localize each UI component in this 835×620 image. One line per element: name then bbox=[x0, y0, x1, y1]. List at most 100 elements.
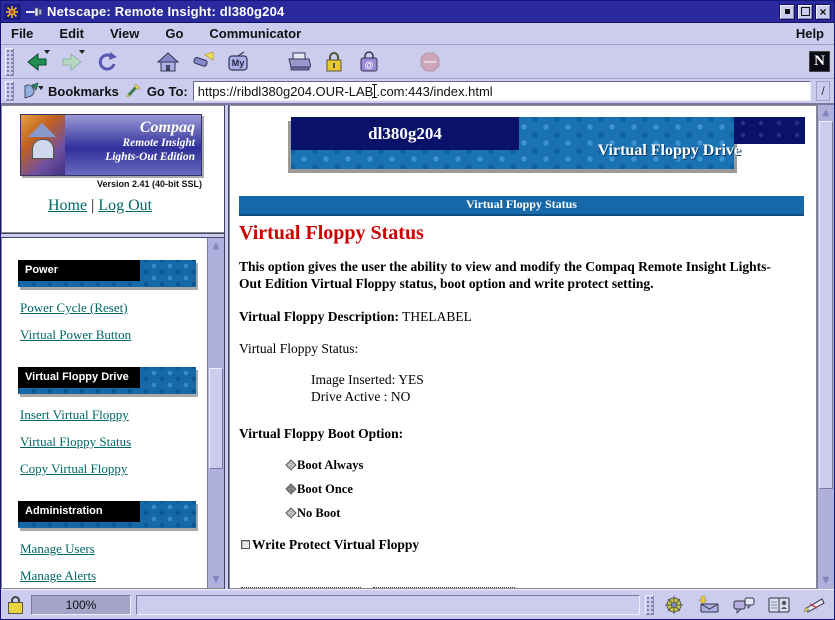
section-title: Power bbox=[18, 260, 140, 281]
netscape-window: Netscape: Remote Insight: dl380g204 × Fi… bbox=[0, 0, 835, 620]
scroll-down-icon[interactable]: ▼ bbox=[818, 573, 834, 588]
close-icon: × bbox=[819, 7, 826, 17]
reload-button[interactable] bbox=[90, 48, 123, 76]
sidebar-link-manage-alerts[interactable]: Manage Alerts bbox=[20, 568, 203, 584]
section-header-virtual-floppy: Virtual Floppy Drive bbox=[18, 367, 196, 394]
menu-bar: File Edit View Go Communicator Help bbox=[1, 23, 834, 45]
sidebar-frame: Compaq Remote Insight Lights-Out Edition… bbox=[1, 105, 225, 589]
radio-label-boot-once: Boot Once bbox=[297, 482, 353, 497]
netscape-app-icon bbox=[4, 4, 21, 20]
status-message-area bbox=[136, 595, 640, 615]
page-banner: dl380g204 Virtual Floppy Drive bbox=[288, 115, 805, 175]
home-link[interactable]: Home bbox=[48, 197, 87, 214]
scroll-up-icon[interactable]: ▲ bbox=[208, 239, 224, 254]
window-titlebar[interactable]: Netscape: Remote Insight: dl380g204 × bbox=[1, 1, 834, 23]
status-bar: 100% bbox=[1, 589, 834, 619]
print-button[interactable] bbox=[282, 48, 315, 76]
logout-link[interactable]: Log Out bbox=[98, 197, 152, 214]
menu-edit[interactable]: Edit bbox=[59, 26, 84, 41]
navigation-toolbar: My @ N bbox=[1, 45, 834, 79]
logo-product-line2: Lights-Out Edition bbox=[65, 151, 195, 164]
url-text-before-caret: https://ribdl380g204.OUR-LAB bbox=[198, 84, 374, 99]
intro-paragraph: This option gives the user the ability t… bbox=[239, 259, 792, 293]
discussions-component-button[interactable] bbox=[729, 594, 759, 616]
description-label: Virtual Floppy Description: bbox=[239, 309, 399, 324]
menu-file[interactable]: File bbox=[11, 26, 33, 41]
logo-brand: Compaq bbox=[65, 119, 195, 137]
forward-button[interactable] bbox=[55, 48, 88, 76]
radio-boot-always[interactable] bbox=[285, 460, 296, 471]
main-scrollbar[interactable]: ▲ ▼ bbox=[817, 105, 834, 589]
inbox-component-button[interactable] bbox=[694, 594, 724, 616]
radio-boot-once[interactable] bbox=[285, 484, 296, 495]
window-pin-icon[interactable] bbox=[26, 7, 42, 17]
page-heading: Virtual Floppy Status bbox=[239, 222, 792, 245]
maximize-icon bbox=[801, 7, 810, 16]
banner-page-title: Virtual Floppy Drive bbox=[598, 142, 741, 160]
goto-label: Go To: bbox=[147, 84, 188, 99]
menu-help[interactable]: Help bbox=[796, 26, 824, 41]
bookmarks-label[interactable]: Bookmarks bbox=[48, 84, 119, 99]
stop-icon bbox=[419, 51, 441, 73]
inbox-icon bbox=[697, 595, 721, 615]
close-button[interactable]: × bbox=[815, 4, 831, 20]
address-book-component-button[interactable] bbox=[764, 594, 794, 616]
back-button[interactable] bbox=[20, 48, 53, 76]
section-title-bar: Virtual Floppy Status bbox=[239, 196, 804, 216]
sidebar-link-virtual-power-button[interactable]: Virtual Power Button bbox=[20, 327, 203, 343]
main-scrollbar-thumb[interactable] bbox=[819, 121, 833, 489]
sidebar-link-copy-virtual-floppy[interactable]: Copy Virtual Floppy bbox=[20, 461, 203, 477]
radio-no-boot[interactable] bbox=[285, 508, 296, 519]
composer-icon bbox=[802, 595, 826, 615]
maximize-button[interactable] bbox=[797, 4, 813, 20]
progress-indicator: 100% bbox=[31, 595, 131, 615]
compaq-logo-art-icon bbox=[21, 115, 65, 175]
back-arrow-icon bbox=[25, 51, 49, 73]
sidebar-link-virtual-floppy-status[interactable]: Virtual Floppy Status bbox=[20, 434, 203, 450]
menu-communicator[interactable]: Communicator bbox=[209, 26, 301, 41]
navigator-component-button[interactable] bbox=[659, 594, 689, 616]
forward-arrow-icon bbox=[60, 51, 84, 73]
shop-bag-icon: @ bbox=[358, 51, 380, 73]
search-flashlight-icon bbox=[191, 51, 215, 73]
home-button[interactable] bbox=[151, 48, 184, 76]
component-bar-grip[interactable] bbox=[645, 595, 654, 615]
security-button[interactable] bbox=[317, 48, 350, 76]
bookmarks-icon[interactable] bbox=[23, 82, 43, 100]
my-netscape-button[interactable]: My bbox=[221, 48, 254, 76]
window-title: Netscape: Remote Insight: dl380g204 bbox=[47, 4, 774, 19]
location-resize-handle[interactable]: / bbox=[816, 81, 830, 101]
toolbar-grip[interactable] bbox=[5, 48, 14, 76]
sidebar-scrollbar[interactable]: ▲ ▼ bbox=[207, 238, 224, 588]
scroll-down-icon[interactable]: ▼ bbox=[208, 572, 224, 587]
link-separator: | bbox=[91, 197, 94, 214]
status-label: Virtual Floppy Status: bbox=[239, 341, 792, 357]
print-icon bbox=[287, 51, 311, 73]
stop-button[interactable] bbox=[413, 48, 446, 76]
submit-button-ring: Submit Changes bbox=[241, 587, 361, 589]
security-padlock-icon[interactable] bbox=[6, 594, 26, 616]
version-label: Version 2.41 (40-bit SSL) bbox=[20, 179, 202, 189]
sidebar-link-insert-virtual-floppy[interactable]: Insert Virtual Floppy bbox=[20, 407, 203, 423]
menu-view[interactable]: View bbox=[110, 26, 139, 41]
location-bar-grip[interactable] bbox=[5, 81, 14, 101]
sidebar-scrollbar-thumb[interactable] bbox=[209, 368, 223, 470]
eject-button-ring: Eject Virtual Floppy bbox=[373, 587, 515, 589]
home-icon bbox=[156, 51, 180, 73]
section-header-administration: Administration bbox=[18, 501, 196, 528]
status-drive-active: Drive Active : NO bbox=[311, 388, 792, 406]
sidebar-link-manage-users[interactable]: Manage Users bbox=[20, 541, 203, 557]
minimize-button[interactable] bbox=[779, 4, 795, 20]
write-protect-label: Write Protect Virtual Floppy bbox=[252, 537, 419, 553]
url-input[interactable]: https://ribdl380g204.OUR-LAB .com:443/in… bbox=[193, 81, 811, 101]
location-quill-icon[interactable] bbox=[124, 82, 142, 100]
sidebar-link-power-cycle[interactable]: Power Cycle (Reset) bbox=[20, 300, 203, 316]
shop-button[interactable]: @ bbox=[352, 48, 385, 76]
composer-component-button[interactable] bbox=[799, 594, 829, 616]
search-button[interactable] bbox=[186, 48, 219, 76]
write-protect-checkbox[interactable] bbox=[241, 540, 250, 549]
section-title: Administration bbox=[18, 501, 140, 522]
scroll-up-icon[interactable]: ▲ bbox=[818, 106, 834, 121]
netscape-logo[interactable]: N bbox=[809, 51, 830, 72]
menu-go[interactable]: Go bbox=[165, 26, 183, 41]
